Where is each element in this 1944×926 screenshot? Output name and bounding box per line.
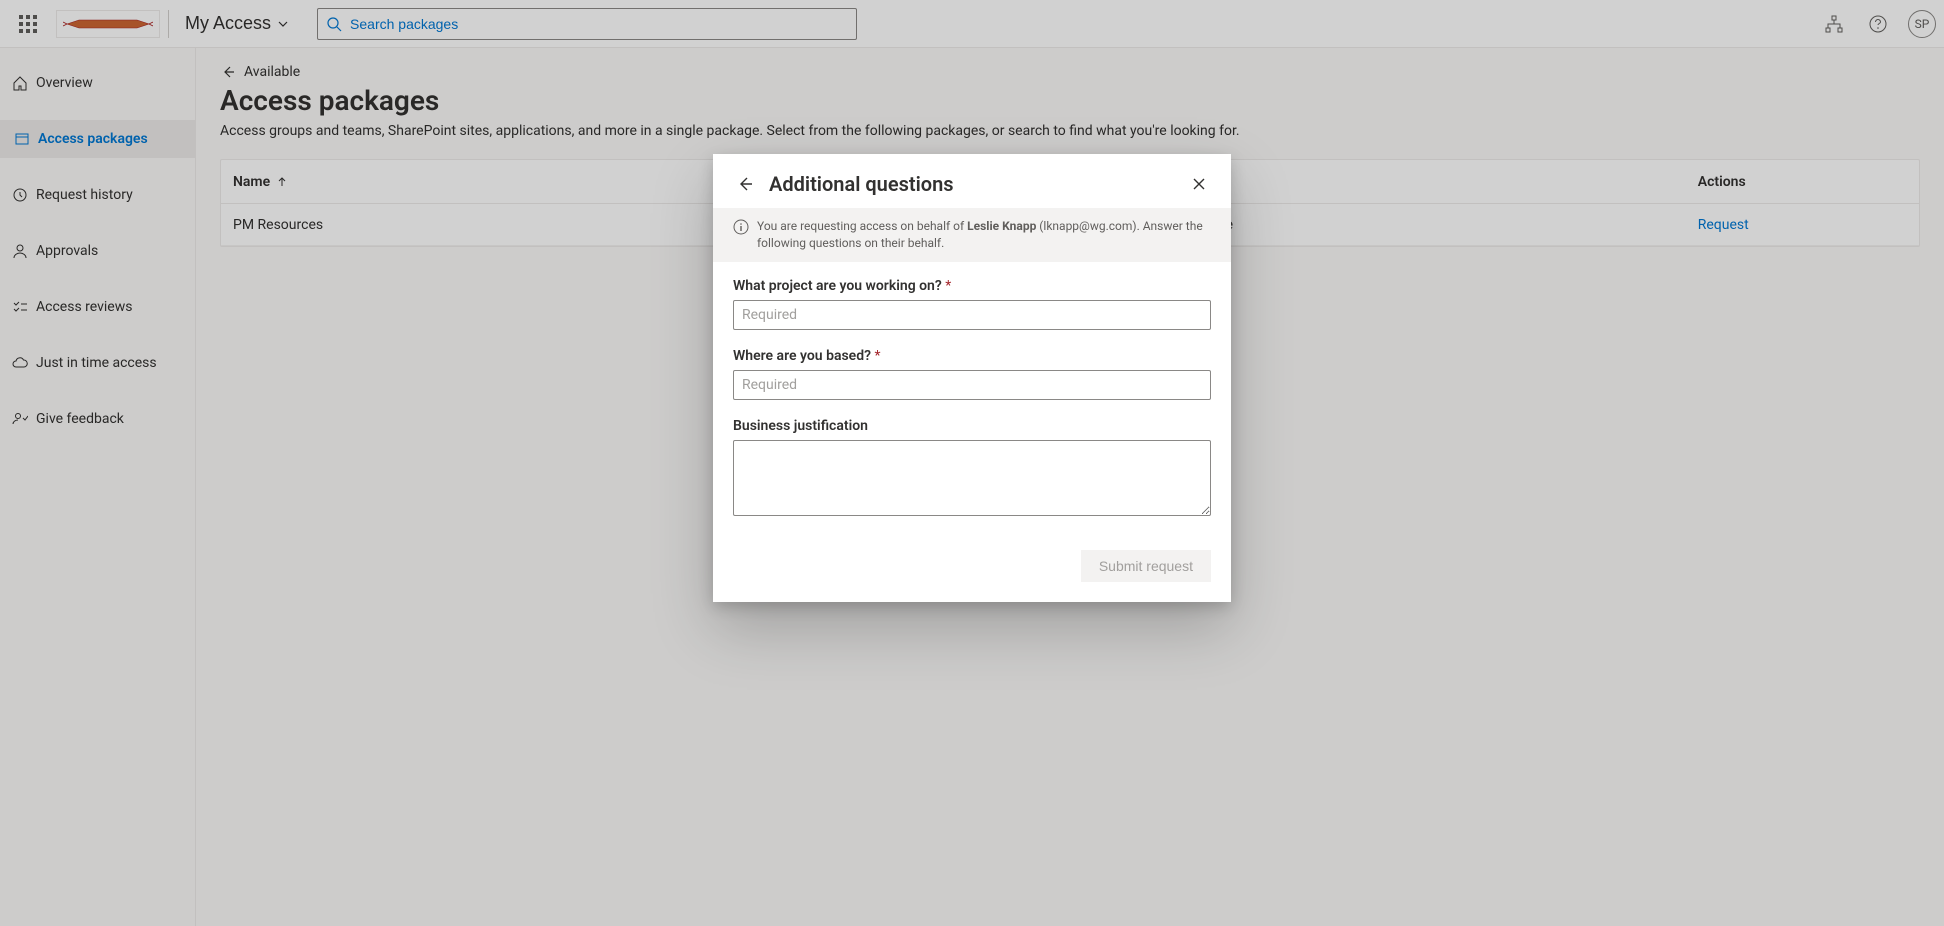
required-star: * xyxy=(874,348,880,364)
dialog-title: Additional questions xyxy=(769,172,1175,196)
field-project: What project are you working on? * xyxy=(733,278,1211,330)
field-location: Where are you based? * xyxy=(733,348,1211,400)
label-text: What project are you working on? xyxy=(733,278,942,294)
location-input[interactable] xyxy=(733,370,1211,400)
info-icon xyxy=(733,219,749,235)
project-input[interactable] xyxy=(733,300,1211,330)
field-justification: Business justification xyxy=(733,418,1211,520)
info-name: Leslie Knapp xyxy=(967,219,1036,233)
modal-scrim[interactable]: Additional questions You are requesting … xyxy=(0,0,1944,926)
field-label-project: What project are you working on? * xyxy=(733,278,1211,294)
close-icon xyxy=(1192,177,1206,191)
dialog-body: What project are you working on? * Where… xyxy=(713,262,1231,542)
field-label-justification: Business justification xyxy=(733,418,1211,434)
dialog-info-bar: You are requesting access on behalf of L… xyxy=(713,208,1231,262)
arrow-left-icon xyxy=(736,175,754,193)
info-text: You are requesting access on behalf of L… xyxy=(757,218,1211,252)
label-text: Where are you based? xyxy=(733,348,871,364)
additional-questions-dialog: Additional questions You are requesting … xyxy=(713,154,1231,602)
dialog-close-button[interactable] xyxy=(1187,172,1211,196)
info-prefix: You are requesting access on behalf of xyxy=(757,219,967,233)
submit-request-button[interactable]: Submit request xyxy=(1081,550,1211,582)
dialog-header: Additional questions xyxy=(713,154,1231,208)
dialog-back-button[interactable] xyxy=(733,172,757,196)
required-star: * xyxy=(945,278,951,294)
field-label-location: Where are you based? * xyxy=(733,348,1211,364)
justification-input[interactable] xyxy=(733,440,1211,516)
dialog-footer: Submit request xyxy=(713,542,1231,602)
